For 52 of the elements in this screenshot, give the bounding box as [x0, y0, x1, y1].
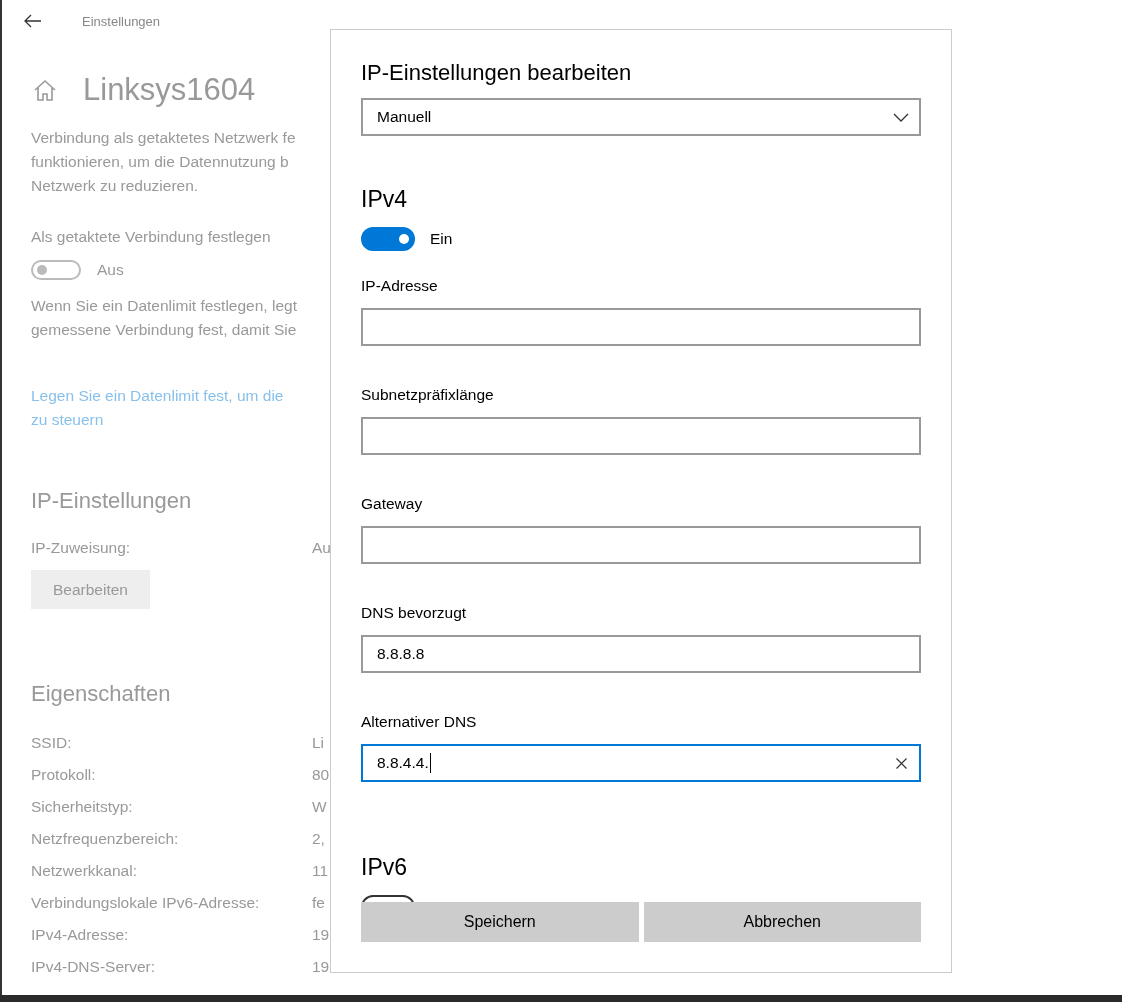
dialog-title: IP-Einstellungen bearbeiten: [361, 60, 633, 86]
property-label: IP-Zuweisung:: [31, 539, 132, 557]
input-field[interactable]: 8.8.4.4.: [361, 744, 921, 782]
property-label: Sicherheitstyp:: [31, 798, 134, 816]
property-value: Au: [312, 539, 331, 557]
dialog-button[interactable]: Speichern: [361, 902, 639, 942]
property-label: Netzwerkkanal:: [31, 862, 138, 880]
data-limit-line: Wenn Sie ein Datenlimit festlegen, legt: [31, 296, 297, 316]
field-label: DNS bevorzugt: [361, 604, 468, 623]
dialog-button[interactable]: Abbrechen: [643, 902, 921, 942]
property-label: SSID:: [31, 734, 73, 752]
field-label: Gateway: [361, 495, 424, 514]
description-line: Verbindung als getaktetes Netzwerk fe: [31, 128, 296, 148]
clear-icon[interactable]: [896, 757, 907, 769]
app-title: Einstellungen: [82, 13, 161, 29]
toggle-state: Ein: [430, 230, 453, 248]
property-value: 19: [312, 958, 330, 976]
property-value: 80: [312, 766, 330, 784]
property-value: 19: [312, 926, 330, 944]
ipv4-toggle[interactable]: [361, 227, 415, 251]
property-label: Netzfrequenzbereich:: [31, 830, 180, 848]
property-value: Li: [312, 734, 325, 752]
property-label: Verbindungslokale IPv6-Adresse:: [31, 894, 261, 912]
home-icon[interactable]: [33, 79, 57, 101]
field-label: IP-Adresse: [361, 277, 439, 296]
input-field[interactable]: [361, 417, 921, 455]
ipv6-heading: IPv6: [361, 854, 409, 881]
section-heading: Eigenschaften: [31, 681, 171, 707]
data-limit-line: gemessene Verbindung fest, damit Sie: [31, 320, 297, 340]
input-field[interactable]: [361, 526, 921, 564]
chevron-down-icon: [893, 112, 909, 122]
mode-dropdown[interactable]: Manuell: [361, 98, 921, 136]
ipv4-heading: IPv4: [361, 186, 409, 213]
property-label: IPv4-DNS-Server:: [31, 958, 157, 976]
input-field[interactable]: [361, 308, 921, 346]
page-title: Linksys1604: [83, 72, 256, 108]
metered-toggle[interactable]: [31, 260, 81, 280]
description-line: Netzwerk zu reduzieren.: [31, 176, 199, 196]
description-line: funktionieren, um die Datennutzung b: [31, 152, 289, 172]
input-field[interactable]: 8.8.8.8: [361, 635, 921, 673]
property-value: W: [312, 798, 327, 816]
property-value: fe: [312, 894, 325, 912]
field-label: Subnetzpräfixlänge: [361, 386, 495, 405]
toggle-state: Aus: [97, 261, 124, 279]
section-heading: IP-Einstellungen: [31, 488, 192, 514]
back-arrow-icon[interactable]: [24, 14, 42, 28]
metered-label: Als getaktete Verbindung festlegen: [31, 228, 271, 246]
property-label: Protokoll:: [31, 766, 97, 784]
property-value: 2,: [312, 830, 325, 848]
field-label: Alternativer DNS: [361, 713, 478, 732]
property-value: 11: [312, 862, 329, 880]
property-label: IPv4-Adresse:: [31, 926, 130, 944]
